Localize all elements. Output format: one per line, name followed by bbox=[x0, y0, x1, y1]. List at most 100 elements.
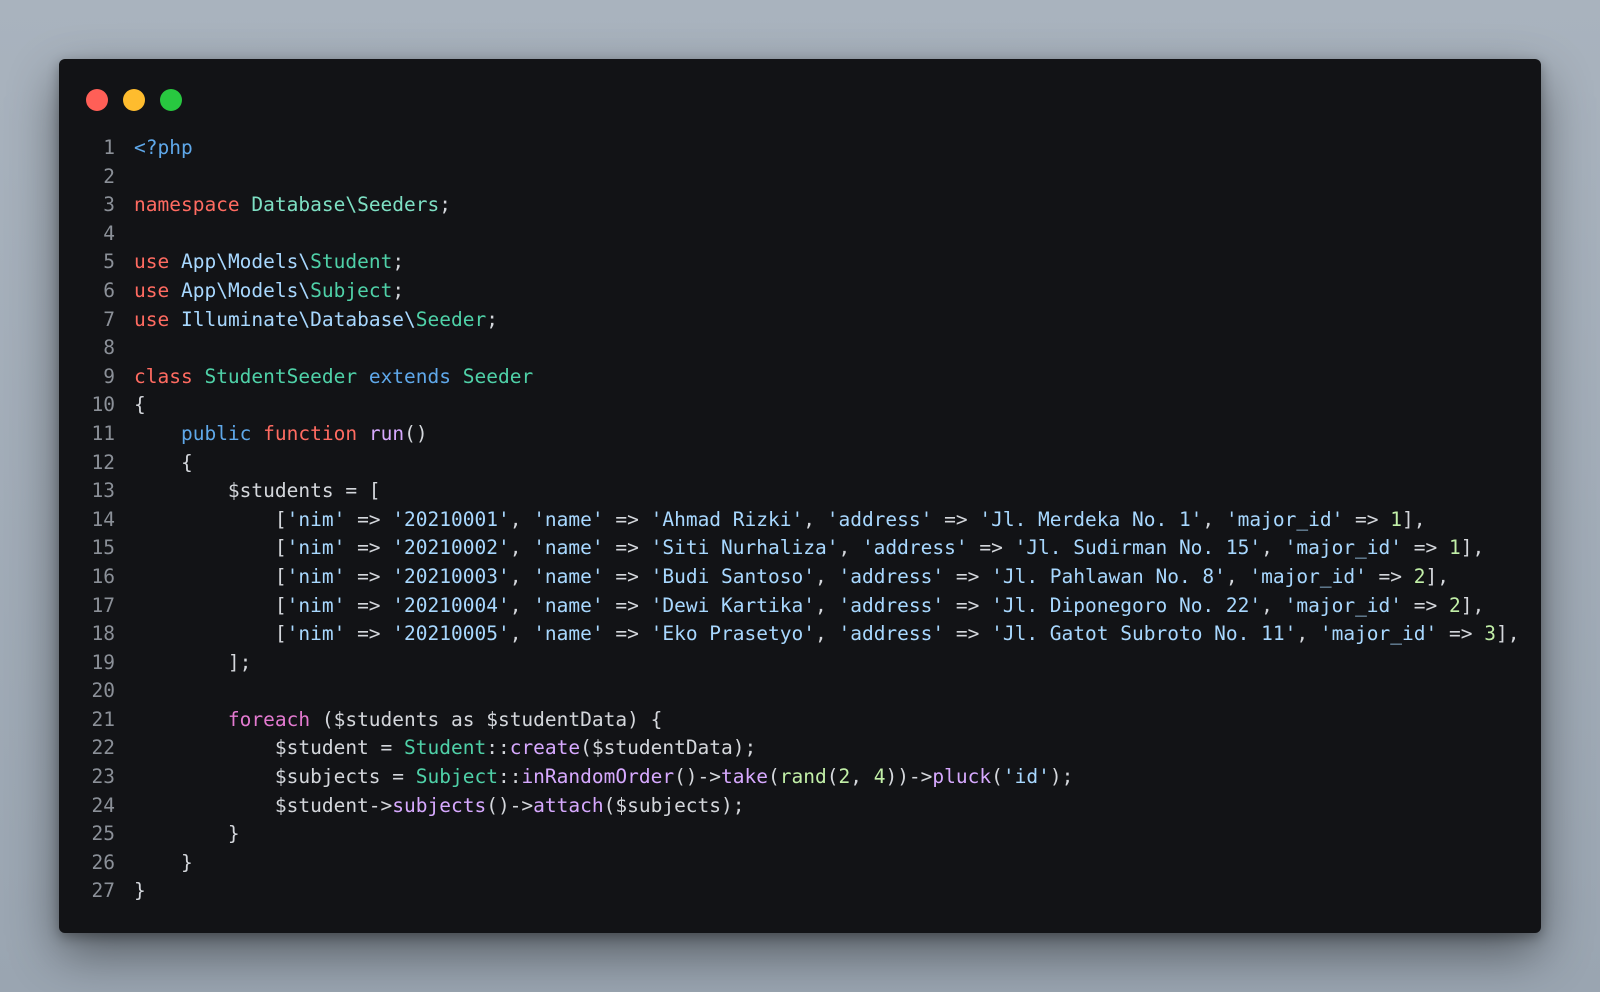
close-button[interactable] bbox=[86, 89, 108, 111]
code-token: 'major_id' bbox=[1249, 564, 1367, 588]
code-token: => bbox=[944, 622, 992, 646]
code-token: 'Jl. Diponegoro No. 22' bbox=[991, 593, 1262, 617]
code-token: 1 bbox=[1448, 536, 1461, 560]
code-token: => bbox=[345, 622, 393, 646]
line-source: ]; bbox=[134, 649, 252, 678]
code-line: 13 $students = [ bbox=[81, 477, 1531, 506]
code-line: 20 bbox=[81, 677, 1531, 706]
code-token: 'major_id' bbox=[1319, 622, 1438, 646]
code-token: [ bbox=[134, 536, 287, 560]
code-token: [ bbox=[134, 593, 287, 617]
code-token: , bbox=[1202, 507, 1226, 531]
line-number: 12 bbox=[91, 450, 115, 474]
code-token: 'Jl. Sudirman No. 15' bbox=[1014, 536, 1262, 560]
code-token: use bbox=[134, 250, 170, 274]
code-token: 'Jl. Pahlawan No. 8' bbox=[991, 564, 1226, 588]
code-token: 2 bbox=[838, 765, 851, 789]
line-source: $subjects = Subject::inRandomOrder()->ta… bbox=[134, 763, 1073, 792]
minimize-button[interactable] bbox=[123, 89, 145, 111]
code-token: class bbox=[134, 364, 193, 388]
line-number: 23 bbox=[91, 765, 115, 789]
code-token: => bbox=[345, 536, 393, 560]
line-number: 6 bbox=[103, 278, 115, 302]
code-token: , bbox=[803, 507, 827, 531]
code-token: 'Ahmad Rizki' bbox=[650, 507, 804, 531]
code-line: 21 foreach ($students as $studentData) { bbox=[81, 706, 1531, 735]
code-token: , bbox=[1261, 536, 1285, 560]
line-number: 18 bbox=[91, 622, 115, 646]
code-editor[interactable]: 1 <?php 2 3 namespace Database\Seeders; 4 5 use… bbox=[81, 134, 1531, 906]
code-token: '20210002' bbox=[392, 536, 510, 560]
code-token: ], bbox=[1495, 622, 1520, 646]
code-line: 19 ]; bbox=[81, 649, 1531, 678]
code-window: 1 <?php 2 3 namespace Database\Seeders; 4 5 use… bbox=[59, 59, 1541, 933]
code-token: 'address' bbox=[861, 536, 968, 560]
code-token: ; bbox=[439, 193, 452, 217]
code-token: => bbox=[603, 593, 651, 617]
code-token: namespace bbox=[134, 193, 240, 217]
code-token: 'Jl. Merdeka No. 1' bbox=[979, 507, 1203, 531]
code-token: => bbox=[345, 564, 393, 588]
code-token: 'name' bbox=[533, 564, 604, 588]
code-token: , bbox=[838, 536, 862, 560]
line-number: 1 bbox=[103, 136, 115, 159]
code-line: 25 } bbox=[81, 820, 1531, 849]
code-token: public bbox=[180, 421, 252, 445]
code-token: ($studentData); bbox=[580, 736, 757, 760]
code-token: create bbox=[509, 736, 581, 760]
code-token: '20210004' bbox=[392, 593, 510, 617]
line-number: 17 bbox=[91, 593, 115, 617]
line-number: 5 bbox=[103, 250, 115, 274]
code-line: 7 use Illuminate\Database\Seeder; bbox=[81, 306, 1531, 335]
code-token: ; bbox=[392, 278, 405, 302]
code-token: => bbox=[345, 593, 393, 617]
code-token: Database\Seeders bbox=[251, 193, 440, 217]
line-source: ['nim' => '20210004', 'name' => 'Dewi Ka… bbox=[134, 592, 1484, 621]
line-number: 13 bbox=[91, 479, 115, 503]
code-token: , bbox=[1261, 593, 1285, 617]
code-line: 14 ['nim' => '20210001', 'name' => 'Ahma… bbox=[81, 506, 1531, 535]
code-token: ], bbox=[1402, 507, 1426, 531]
code-token: => bbox=[603, 536, 651, 560]
line-number: 11 bbox=[91, 421, 115, 445]
line-source: use Illuminate\Database\Seeder; bbox=[134, 306, 498, 335]
line-number: 21 bbox=[91, 707, 115, 731]
line-number: 27 bbox=[91, 879, 115, 903]
line-number: 8 bbox=[103, 336, 115, 360]
line-number: 19 bbox=[91, 650, 115, 674]
code-token: } bbox=[134, 822, 240, 846]
code-token: ( bbox=[768, 765, 780, 789]
code-token: ( bbox=[826, 765, 839, 789]
code-token: 'name' bbox=[533, 536, 604, 560]
line-source: $students = [ bbox=[134, 477, 381, 506]
code-line: 22 $student = Student::create($studentDa… bbox=[81, 734, 1531, 763]
line-source: } bbox=[134, 877, 146, 906]
code-token: => bbox=[1402, 536, 1449, 560]
code-token: => bbox=[944, 564, 992, 588]
code-token: ]; bbox=[134, 650, 252, 674]
code-token: ( bbox=[991, 765, 1003, 789]
code-token: () bbox=[404, 421, 428, 445]
code-token: :: bbox=[497, 765, 522, 789]
code-token: StudentSeeder bbox=[204, 364, 358, 388]
code-token: use bbox=[134, 307, 170, 331]
line-number: 15 bbox=[91, 536, 115, 560]
code-line: 24 $student->subjects()->attach($subject… bbox=[81, 792, 1531, 821]
maximize-button[interactable] bbox=[160, 89, 182, 111]
code-token: subjects bbox=[392, 793, 487, 817]
line-source: $student->subjects()->attach($subjects); bbox=[134, 792, 745, 821]
line-source: } bbox=[134, 820, 240, 849]
code-line: 2 bbox=[81, 163, 1531, 192]
code-token: $subjects = bbox=[134, 765, 416, 789]
code-token: } bbox=[134, 850, 193, 874]
code-token: $student = bbox=[134, 736, 405, 760]
code-token: 'name' bbox=[533, 622, 604, 646]
code-token: => bbox=[345, 507, 393, 531]
code-line: 8 bbox=[81, 334, 1531, 363]
code-token: function bbox=[263, 421, 358, 445]
code-token: Subject bbox=[310, 278, 393, 302]
